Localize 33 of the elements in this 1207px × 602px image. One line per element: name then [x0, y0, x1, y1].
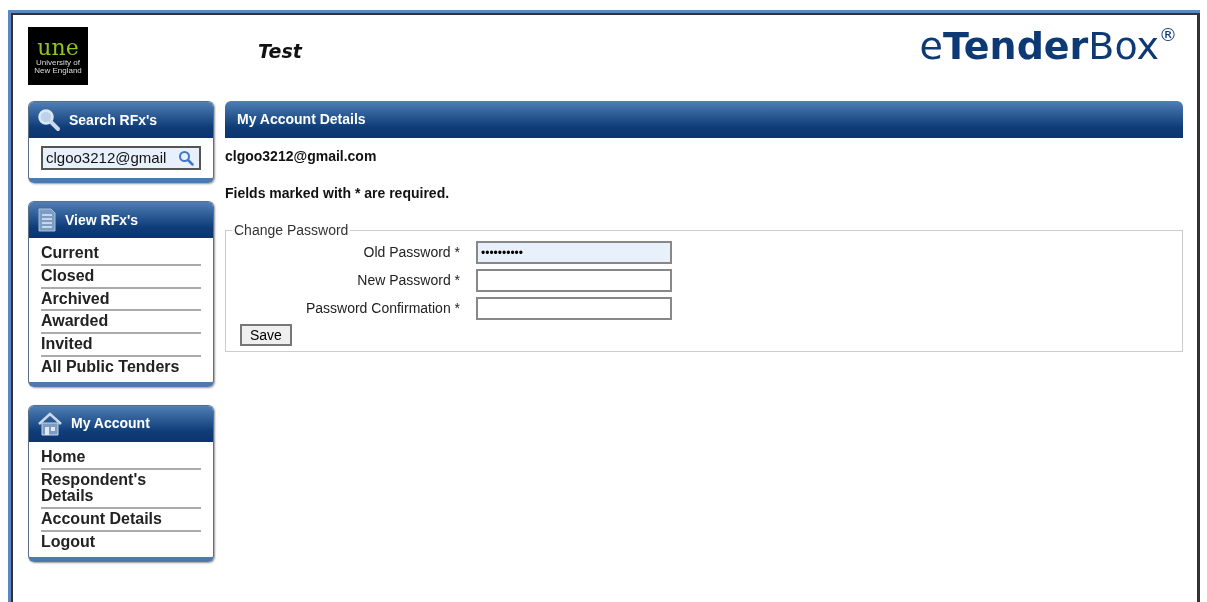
save-button[interactable]: Save: [240, 324, 292, 346]
required-note: Fields marked with * are required.: [225, 184, 451, 203]
field-label: New Password *: [356, 271, 460, 290]
nav-link[interactable]: Account Details: [41, 509, 201, 532]
field-label: Password Confirmation *: [304, 299, 460, 318]
password-field[interactable]: [476, 269, 672, 292]
password-field[interactable]: ••••••••••: [476, 241, 672, 264]
panel-title: My Account: [71, 414, 150, 434]
brand-logo: eTenderBox$^{®}$: [919, 27, 1177, 65]
page-title: Test: [258, 39, 302, 64]
account-email: clgoo3212@gmail.com: [225, 147, 378, 166]
field-label: Old Password *: [362, 243, 460, 262]
nav-link[interactable]: All Public Tenders: [41, 357, 201, 378]
document-icon: [37, 208, 57, 232]
nav-link[interactable]: Invited: [41, 334, 201, 357]
panel-title: Search RFx's: [69, 110, 158, 130]
search-field[interactable]: clgoo3212@gmail: [41, 146, 201, 170]
nav-link[interactable]: Current: [41, 243, 201, 266]
home-icon: [37, 411, 63, 436]
panel-title: View RFx's: [65, 210, 139, 230]
search-icon[interactable]: [178, 150, 194, 166]
password-field[interactable]: [476, 297, 672, 320]
search-icon: [37, 108, 61, 132]
logo-mark: une: [37, 36, 79, 59]
fieldset-legend: Change Password: [232, 220, 351, 241]
section-header: My Account Details: [225, 101, 1183, 138]
nav-link[interactable]: Archived: [41, 288, 201, 312]
nav-link[interactable]: Logout: [41, 531, 201, 553]
nav-link[interactable]: Respondent's Details: [41, 469, 201, 510]
nav-link[interactable]: Home: [41, 446, 201, 470]
nav-link[interactable]: Awarded: [41, 311, 201, 335]
nav-link[interactable]: Closed: [41, 265, 201, 289]
logo-caption: University of New England: [33, 58, 83, 76]
